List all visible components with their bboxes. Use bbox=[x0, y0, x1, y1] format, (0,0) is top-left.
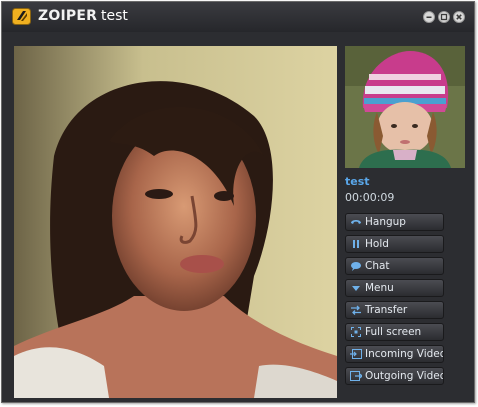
menu-label: Menu bbox=[365, 282, 394, 294]
hold-label: Hold bbox=[365, 238, 389, 250]
minimize-button[interactable] bbox=[423, 11, 435, 23]
close-icon bbox=[456, 14, 462, 20]
transfer-label: Transfer bbox=[365, 304, 408, 316]
phone-hangup-icon bbox=[351, 220, 361, 224]
menu-button[interactable]: Menu bbox=[345, 279, 444, 297]
close-button[interactable] bbox=[453, 11, 465, 23]
incoming-video-button[interactable]: Incoming Video bbox=[345, 345, 444, 363]
transfer-arrows-icon bbox=[351, 305, 361, 315]
call-duration: 00:00:09 bbox=[345, 191, 395, 204]
dropdown-arrow-icon bbox=[352, 286, 360, 291]
minimize-icon bbox=[426, 16, 432, 18]
local-video-preview bbox=[345, 46, 465, 168]
fullscreen-label: Full screen bbox=[365, 326, 422, 338]
incoming-video-icon bbox=[350, 349, 362, 359]
zoiper-call-window: ZOIPER test test 00:00:09 Hangup Hold Ch… bbox=[1, 1, 475, 403]
outgoing-video-button[interactable]: Outgoing Video bbox=[345, 367, 444, 385]
contact-name: test bbox=[345, 175, 370, 188]
window-title: test bbox=[101, 8, 128, 24]
restore-button[interactable] bbox=[438, 11, 450, 23]
title-bar[interactable]: ZOIPER test bbox=[2, 2, 474, 32]
fullscreen-icon bbox=[351, 327, 361, 337]
remote-video-view bbox=[14, 46, 337, 398]
restore-icon bbox=[440, 13, 448, 21]
local-video-frame bbox=[345, 46, 465, 168]
hangup-button[interactable]: Hangup bbox=[345, 213, 444, 231]
chat-label: Chat bbox=[365, 260, 390, 272]
chat-button[interactable]: Chat bbox=[345, 257, 444, 275]
app-brand: ZOIPER bbox=[38, 8, 98, 24]
incoming-video-label: Incoming Video bbox=[365, 348, 444, 360]
transfer-button[interactable]: Transfer bbox=[345, 301, 444, 319]
pause-icon bbox=[353, 240, 359, 248]
remote-video-frame bbox=[14, 46, 337, 398]
chat-bubble-icon bbox=[351, 262, 361, 271]
hold-button[interactable]: Hold bbox=[345, 235, 444, 253]
outgoing-video-icon bbox=[350, 371, 362, 381]
hangup-label: Hangup bbox=[365, 216, 406, 228]
outgoing-video-label: Outgoing Video bbox=[365, 370, 444, 382]
fullscreen-button[interactable]: Full screen bbox=[345, 323, 444, 341]
zoiper-logo-icon bbox=[12, 8, 31, 25]
